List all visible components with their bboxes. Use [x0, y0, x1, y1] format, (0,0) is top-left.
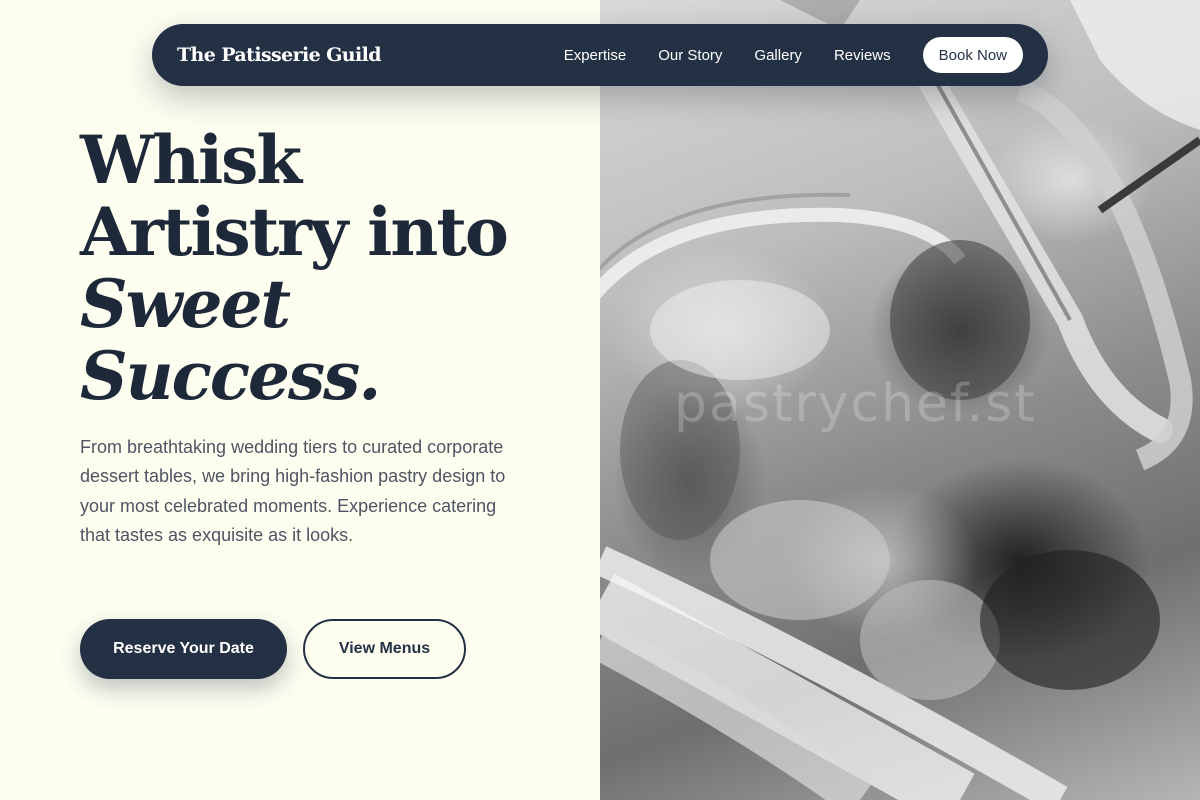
- top-navigation: The Patisserie Guild Expertise Our Story…: [152, 24, 1048, 86]
- photo-watermark: pastrychef.st: [674, 374, 1037, 434]
- headline-line-1: Whisk: [80, 121, 302, 199]
- headline-line-3: Sweet: [80, 265, 291, 343]
- nav-link-our-story[interactable]: Our Story: [658, 47, 722, 64]
- hero-photo: pastrychef.st: [600, 0, 1200, 800]
- brand-logo[interactable]: The Patisserie Guild: [177, 44, 382, 66]
- nav-link-reviews[interactable]: Reviews: [834, 47, 891, 64]
- reserve-date-button[interactable]: Reserve Your Date: [80, 619, 287, 679]
- headline-line-2: Artistry into: [80, 193, 509, 271]
- nav-link-gallery[interactable]: Gallery: [754, 47, 802, 64]
- nav-link-expertise[interactable]: Expertise: [564, 47, 627, 64]
- nav-links: Expertise Our Story Gallery Reviews: [564, 47, 891, 64]
- headline-line-4: Success.: [80, 337, 381, 415]
- book-now-button[interactable]: Book Now: [922, 37, 1023, 73]
- view-menus-button[interactable]: View Menus: [303, 619, 466, 679]
- page: pastrychef.st The Patisserie Guild Exper…: [0, 0, 1200, 800]
- hero-description: From breathtaking wedding tiers to curat…: [80, 437, 506, 545]
- hero-headline: Whisk Artistry into Sweet Success.: [80, 124, 580, 412]
